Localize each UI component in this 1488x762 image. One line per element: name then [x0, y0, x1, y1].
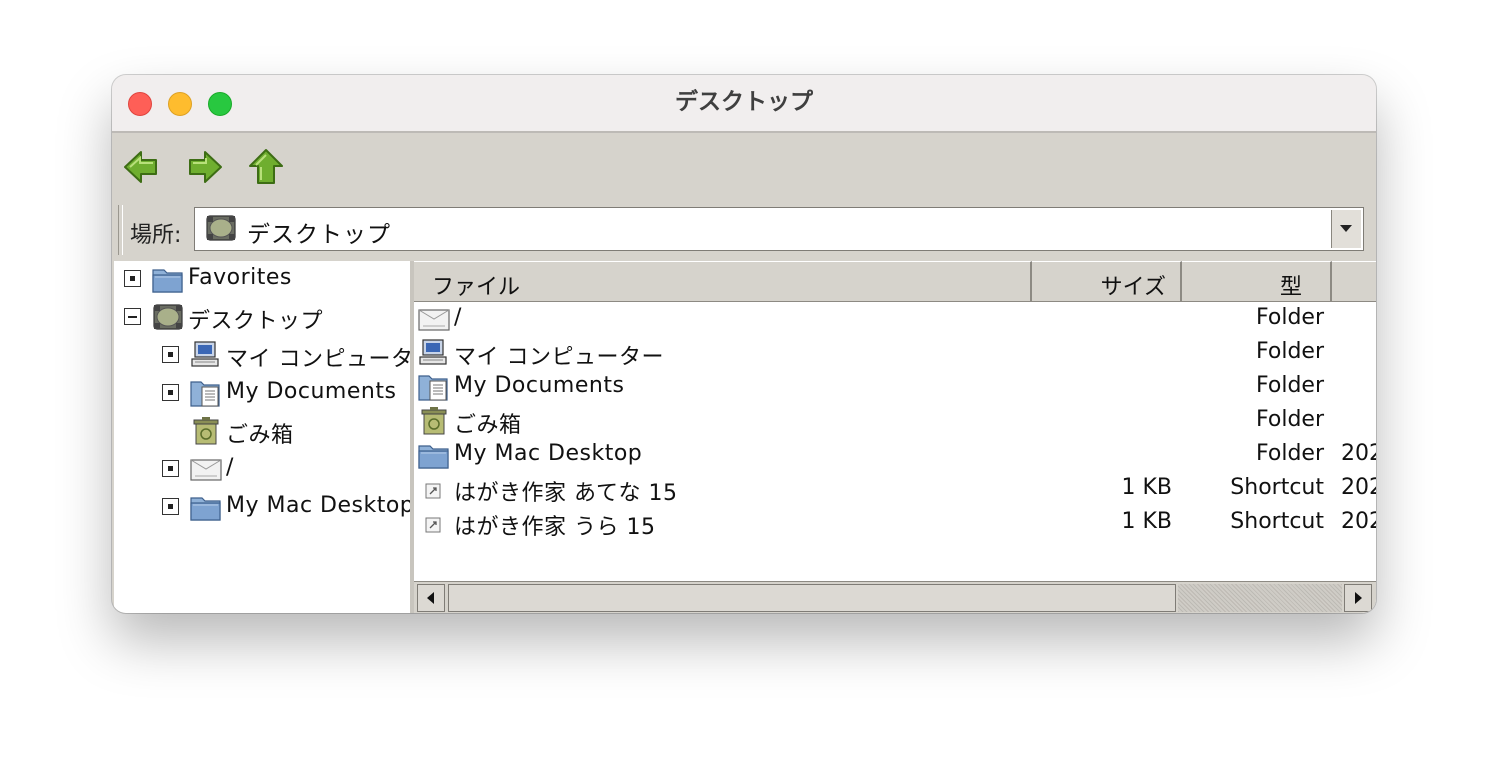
- file-type: Shortcut: [1230, 509, 1324, 534]
- chevron-down-icon: [1340, 225, 1352, 232]
- tree-item-label: /: [226, 455, 234, 480]
- desktop-icon: [152, 302, 184, 332]
- column-header-date[interactable]: [1332, 261, 1376, 301]
- column-header-size[interactable]: サイズ: [1032, 261, 1182, 301]
- file-row[interactable]: / Folder: [414, 303, 1376, 337]
- drive-icon: [190, 454, 222, 484]
- file-type: Shortcut: [1230, 475, 1324, 500]
- folder-tree[interactable]: Favorites デスクトップ マイ コンピューター My Documents…: [114, 261, 410, 613]
- location-value: デスクトップ: [247, 222, 391, 248]
- tree-item-label: Favorites: [188, 265, 292, 290]
- title-bar: デスクトップ: [112, 75, 1376, 133]
- back-arrow-icon[interactable]: [122, 147, 162, 187]
- toolbar-grip[interactable]: [118, 205, 123, 255]
- scroll-left-button[interactable]: [417, 584, 445, 612]
- file-row[interactable]: My Mac Desktop Folder 202: [414, 439, 1376, 473]
- tree-item-label: デスクトップ: [188, 309, 324, 334]
- chevron-right-icon: [1355, 592, 1362, 604]
- expand-toggle[interactable]: [124, 270, 141, 287]
- computer-icon: [190, 340, 222, 370]
- file-row[interactable]: はがき作家 あてな 15 1 KB Shortcut 202: [414, 473, 1376, 507]
- tree-item-label: My Mac Desktop: [226, 493, 410, 518]
- file-row[interactable]: はがき作家 うら 15 1 KB Shortcut 202: [414, 507, 1376, 541]
- file-type: Folder: [1256, 373, 1324, 398]
- file-size: 1 KB: [1121, 475, 1172, 500]
- expand-toggle[interactable]: [162, 346, 179, 363]
- file-name: はがき作家 うら 15: [454, 515, 656, 540]
- window-title: デスクトップ: [675, 89, 813, 115]
- shortcut-icon: [418, 474, 450, 504]
- column-header-label: ファイル: [432, 275, 521, 300]
- file-name: /: [454, 305, 462, 330]
- file-list[interactable]: ファイル サイズ 型 / Folder マイ コンピューター Folder My…: [414, 261, 1376, 613]
- location-label: 場所:: [130, 223, 182, 248]
- forward-arrow-icon[interactable]: [184, 147, 224, 187]
- chevron-left-icon: [427, 592, 434, 604]
- column-header-label: サイズ: [1100, 275, 1166, 300]
- navigation-toolbar: [112, 133, 1376, 203]
- file-type: Folder: [1256, 407, 1324, 432]
- file-type: Folder: [1256, 339, 1324, 364]
- column-header: ファイル サイズ 型: [414, 261, 1376, 302]
- file-date: 202: [1341, 475, 1376, 500]
- up-arrow-icon[interactable]: [246, 147, 286, 187]
- expand-toggle[interactable]: [162, 460, 179, 477]
- tree-item-label: My Documents: [226, 379, 397, 404]
- file-size: 1 KB: [1121, 509, 1172, 534]
- tree-item-label: ごみ箱: [226, 423, 294, 448]
- collapse-toggle[interactable]: [124, 308, 141, 325]
- file-type: Folder: [1256, 305, 1324, 330]
- file-name: はがき作家 あてな 15: [454, 481, 678, 506]
- column-header-type[interactable]: 型: [1182, 261, 1332, 301]
- shortcut-icon: [418, 508, 450, 538]
- folder-icon: [418, 440, 450, 470]
- folder-icon: [152, 264, 184, 294]
- trash-icon: [190, 416, 222, 446]
- trash-icon: [418, 406, 450, 436]
- computer-icon: [418, 338, 450, 368]
- file-type: Folder: [1256, 441, 1324, 466]
- file-name: My Documents: [454, 373, 625, 398]
- file-row[interactable]: My Documents Folder: [414, 371, 1376, 405]
- file-browser-window: デスクトップ 場所: デスクトップ Favorites デスクトップ マイ コン…: [112, 75, 1376, 613]
- scrollbar-track[interactable]: [1178, 584, 1342, 612]
- location-bar: 場所: デスクトップ: [112, 203, 1376, 261]
- horizontal-scrollbar[interactable]: [414, 581, 1376, 613]
- file-name: ごみ箱: [454, 413, 522, 438]
- documents-folder-icon: [190, 378, 222, 408]
- file-row[interactable]: マイ コンピューター Folder: [414, 337, 1376, 371]
- file-date: 202: [1341, 441, 1376, 466]
- column-header-label: 型: [1279, 275, 1302, 300]
- file-name: My Mac Desktop: [454, 441, 643, 466]
- expand-toggle[interactable]: [162, 498, 179, 515]
- scrollbar-thumb[interactable]: [448, 584, 1176, 612]
- tree-item-label: マイ コンピューター: [226, 347, 410, 372]
- desktop-icon: [204, 213, 238, 243]
- column-header-name[interactable]: ファイル: [414, 261, 1032, 301]
- file-name: マイ コンピューター: [454, 345, 664, 370]
- location-combobox[interactable]: デスクトップ: [194, 207, 1364, 251]
- file-date: 202: [1341, 509, 1376, 534]
- location-dropdown-button[interactable]: [1331, 210, 1361, 248]
- scroll-right-button[interactable]: [1344, 584, 1372, 612]
- drive-icon: [418, 304, 450, 334]
- documents-folder-icon: [418, 372, 450, 402]
- folder-icon: [190, 492, 222, 522]
- file-row[interactable]: ごみ箱 Folder: [414, 405, 1376, 439]
- expand-toggle[interactable]: [162, 384, 179, 401]
